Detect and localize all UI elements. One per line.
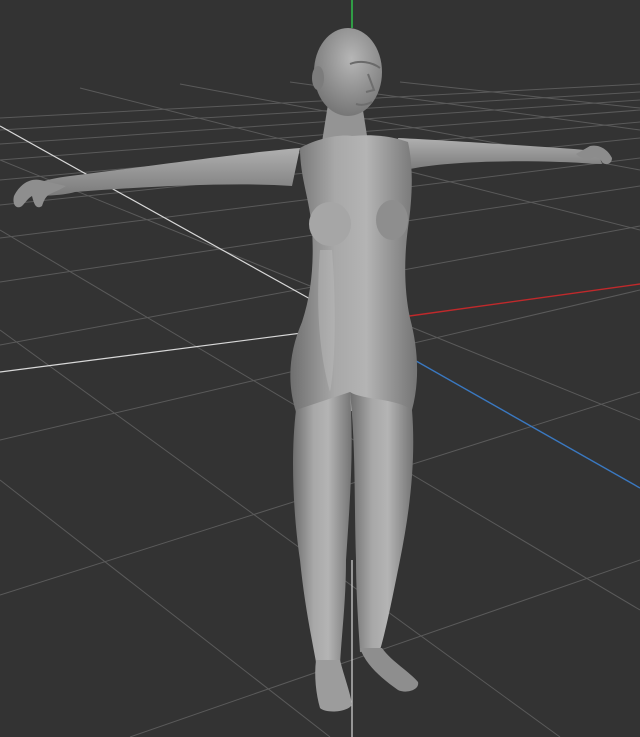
ear xyxy=(312,66,324,90)
breast-left xyxy=(309,202,351,246)
3d-viewport[interactable] xyxy=(0,0,640,737)
viewport-canvas[interactable] xyxy=(0,0,640,737)
breast-right xyxy=(376,200,408,240)
